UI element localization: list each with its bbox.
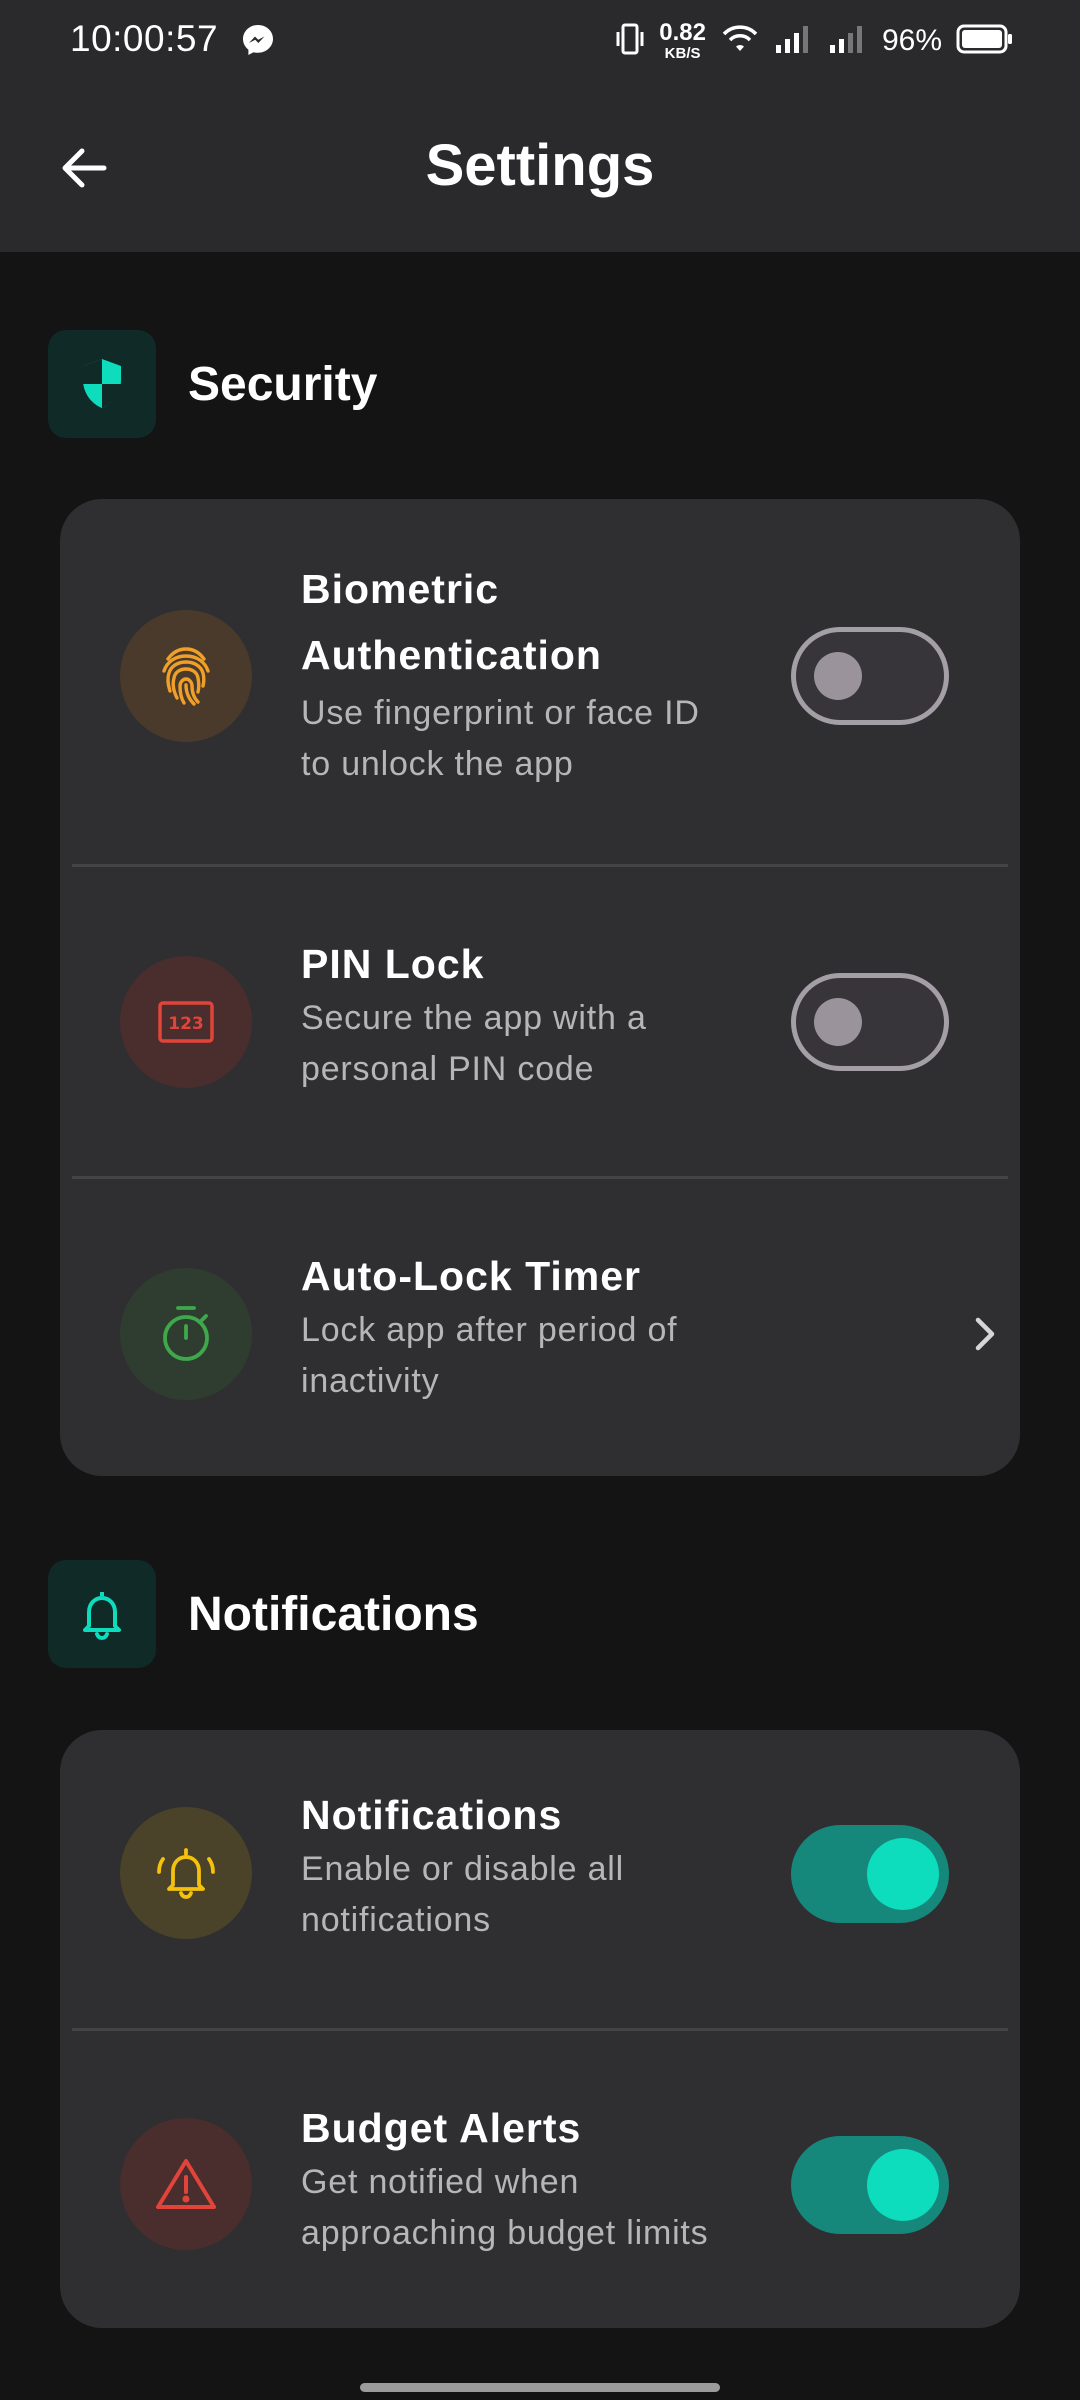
row-title: Notifications [301, 1792, 563, 1838]
bell-ringing-icon [120, 1807, 252, 1939]
home-indicator[interactable] [360, 2383, 720, 2392]
row-title: Biometric [301, 566, 500, 612]
row-subtitle: approaching budget limits [301, 2214, 709, 2252]
row-title: PIN Lock [301, 941, 485, 987]
section-title-notifications: Notifications [188, 1587, 479, 1641]
row-subtitle: notifications [301, 1901, 491, 1939]
list-item-auto-lock-timer[interactable]: Auto-Lock Timer Lock app after period of… [60, 1179, 1020, 1476]
network-speed-value: 0.82 [659, 19, 706, 46]
biometric-text: Biometric Authentication Use fingerprint… [301, 556, 761, 790]
battery-percentage: 96% [881, 24, 942, 57]
status-icons: 0.82 KB/S 96% [601, 16, 1014, 66]
section-header-security: Security [48, 330, 377, 438]
stopwatch-icon [120, 1268, 252, 1400]
chevron-right-icon[interactable] [960, 1309, 1010, 1359]
status-bar: 10:00:57 0.82 KB/S 96% [0, 0, 1080, 80]
vibrate-icon [615, 22, 645, 61]
row-subtitle: personal PIN code [301, 1050, 595, 1088]
pin-lock-toggle[interactable] [791, 973, 949, 1071]
row-subtitle: inactivity [301, 1362, 440, 1400]
page-title: Settings [425, 133, 655, 198]
row-subtitle: to unlock the app [301, 745, 574, 783]
security-card: Biometric Authentication Use fingerprint… [60, 499, 1020, 1476]
toggle-knob [867, 1838, 939, 1910]
fingerprint-icon [120, 610, 252, 742]
wifi-icon [720, 23, 760, 60]
battery-icon [956, 23, 1014, 60]
signal-icon [774, 23, 814, 60]
row-title: Auto-Lock Timer [301, 1253, 641, 1299]
toggle-knob [814, 652, 862, 700]
bell-icon [48, 1560, 156, 1668]
budget-alerts-toggle[interactable] [791, 2136, 949, 2234]
svg-text:123: 123 [168, 1014, 204, 1034]
row-title: Budget Alerts [301, 2105, 582, 2151]
toggle-knob [814, 998, 862, 1046]
app-bar: Settings [0, 80, 1080, 252]
biometric-toggle[interactable] [791, 627, 949, 725]
row-subtitle: Lock app after period of [301, 1311, 678, 1349]
status-time: 10:00:57 [70, 18, 219, 59]
section-title-security: Security [188, 357, 378, 411]
row-subtitle: Secure the app with a [301, 999, 647, 1037]
network-speed-unit: KB/S [664, 45, 701, 62]
row-subtitle: Enable or disable all [301, 1850, 624, 1888]
section-header-notifications: Notifications [48, 1560, 479, 1668]
pin-lock-text: PIN Lock Secure the app with a personal … [301, 935, 761, 1095]
row-title: Authentication [301, 632, 602, 678]
network-speed: 0.82 KB/S [659, 19, 706, 62]
toggle-knob [867, 2149, 939, 2221]
warning-triangle-icon [120, 2118, 252, 2250]
messenger-icon [240, 22, 276, 58]
row-subtitle: Use fingerprint or face ID [301, 694, 700, 732]
budget-alerts-text: Budget Alerts Get notified when approach… [301, 2099, 771, 2259]
row-subtitle: Get notified when [301, 2163, 580, 2201]
pin-123-icon: 123 [120, 956, 252, 1088]
list-item-pin-lock[interactable]: 123 PIN Lock Secure the app with a perso… [60, 867, 1020, 1179]
notifications-text: Notifications Enable or disable all noti… [301, 1786, 761, 1946]
auto-lock-text: Auto-Lock Timer Lock app after period of… [301, 1247, 761, 1407]
list-item-budget-alerts[interactable]: Budget Alerts Get notified when approach… [60, 2031, 1020, 2328]
notifications-card: Notifications Enable or disable all noti… [60, 1730, 1020, 2328]
shield-icon [48, 330, 156, 438]
list-item-notifications[interactable]: Notifications Enable or disable all noti… [60, 1730, 1020, 2031]
notifications-toggle[interactable] [791, 1825, 949, 1923]
signal-icon [828, 23, 868, 60]
list-item-biometric[interactable]: Biometric Authentication Use fingerprint… [60, 499, 1020, 867]
